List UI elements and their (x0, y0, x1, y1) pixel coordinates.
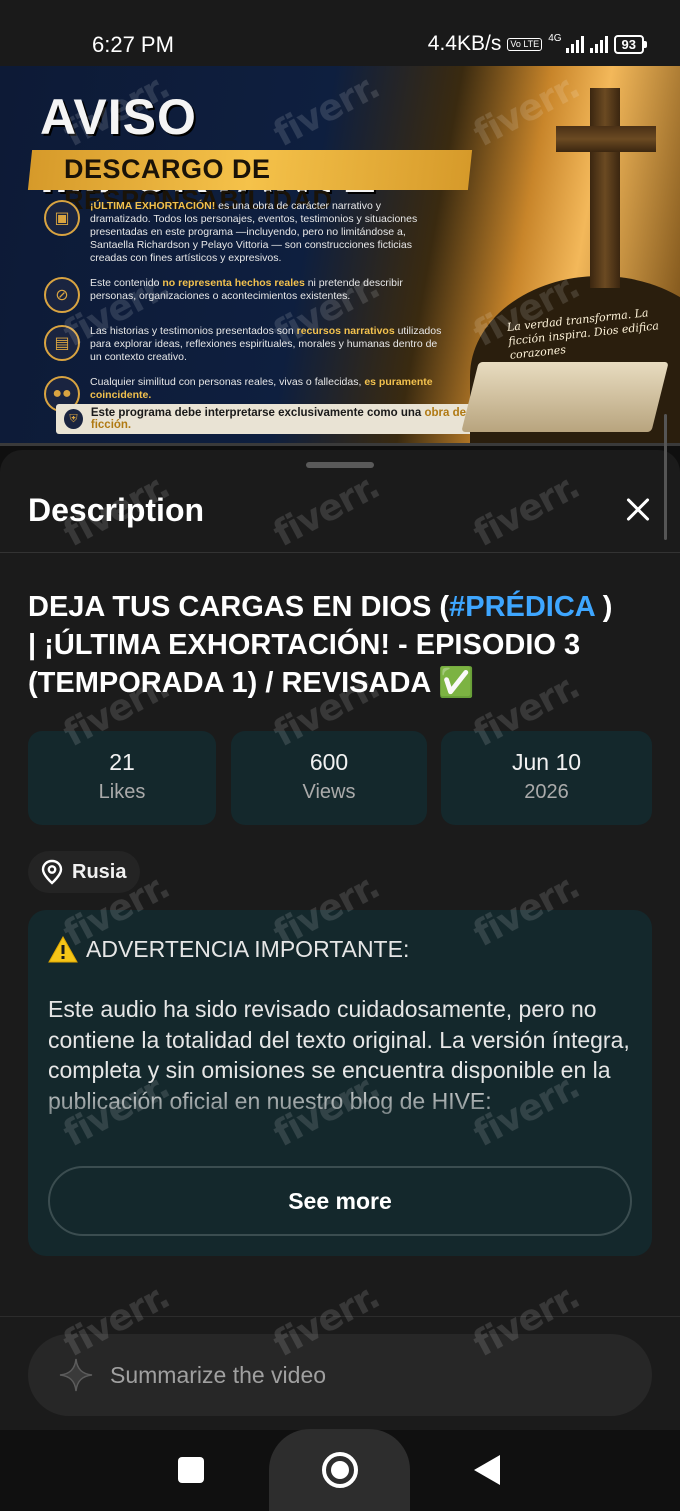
thumbnail-item: ▤ Las historias y testimonios presentado… (44, 325, 444, 364)
cross-image (590, 88, 620, 288)
home-icon[interactable] (322, 1452, 358, 1488)
description-warning: ADVERTENCIA IMPORTANTE: (48, 936, 409, 963)
scrollbar[interactable] (664, 414, 667, 540)
volte-icon: Vo LTE (507, 37, 543, 51)
thumbnail-footer: ⛨ Este programa debe interpretarse exclu… (56, 404, 486, 434)
back-icon[interactable] (474, 1455, 500, 1485)
cross-beam (556, 126, 656, 152)
hashtag-link[interactable]: #PRÉDICA (449, 591, 595, 623)
video-progress-bar[interactable] (0, 443, 680, 446)
status-bar: 6:27 PM 4.4KB/s Vo LTE 4G 93 (0, 0, 680, 66)
views-stat: 600 Views (231, 731, 427, 825)
video-title: DEJA TUS CARGAS EN DIOS (#PRÉDICA ) | ¡Ú… (28, 591, 613, 699)
close-icon[interactable] (618, 490, 658, 530)
divider (0, 552, 680, 553)
see-more-button[interactable]: See more (48, 1166, 632, 1236)
warning-text: ADVERTENCIA IMPORTANTE: (86, 936, 410, 962)
summarize-placeholder: Summarize the video (110, 1361, 327, 1388)
shield-icon: ⛨ (64, 409, 83, 429)
location-chip[interactable]: Rusia (28, 851, 141, 893)
status-icons: 4.4KB/s Vo LTE 4G 93 (427, 32, 648, 56)
thumbnail-disclaimer-panel: AVISO IMPORTANTE DESCARGO DE RESPONSABIL… (0, 66, 486, 446)
status-time: 6:27 PM (92, 32, 174, 57)
signal-icon (565, 35, 584, 53)
description-fade (28, 1080, 652, 1140)
net-speed: 4.4KB/s (427, 32, 502, 55)
views-label: Views (302, 781, 356, 803)
upload-year: 2026 (524, 781, 569, 803)
likes-label: Likes (98, 781, 146, 803)
upload-date: Jun 10 (511, 749, 582, 775)
signal-icon-2 (589, 35, 608, 53)
no-people-icon: ⊘ (44, 277, 80, 313)
location-pin-icon (41, 859, 63, 885)
thumbnail-item: ⊘ Este contenido no representa hechos re… (44, 277, 444, 313)
recents-icon[interactable] (178, 1457, 204, 1483)
battery-icon: 93 (613, 34, 648, 54)
likes-stat: 21 Likes (28, 731, 216, 825)
thumbnail-item: ▣ ¡ÚLTIMA EXHORTACIÓN! es una obra de ca… (44, 200, 444, 265)
bible-image (461, 362, 669, 432)
divider (0, 1316, 680, 1317)
views-count: 600 (309, 749, 349, 775)
summarize-input[interactable]: Summarize the video (28, 1334, 652, 1416)
video-thumbnail[interactable]: AVISO IMPORTANTE DESCARGO DE RESPONSABIL… (0, 66, 680, 446)
description-box: ADVERTENCIA IMPORTANTE: Este audio ha si… (28, 910, 652, 1256)
sheet-drag-handle[interactable] (306, 462, 374, 468)
warning-icon (48, 936, 78, 963)
network-type: 4G (548, 32, 562, 44)
thumbnail-items: ▣ ¡ÚLTIMA EXHORTACIÓN! es una obra de ca… (44, 200, 444, 424)
likes-count: 21 (109, 749, 135, 775)
date-stat: Jun 10 2026 (441, 731, 652, 825)
sparkle-icon (59, 1358, 93, 1392)
book-icon: ▤ (44, 325, 80, 361)
clapperboard-icon: ▣ (44, 200, 80, 236)
location-label: Rusia (72, 860, 127, 883)
sheet-title: Description (28, 492, 205, 528)
